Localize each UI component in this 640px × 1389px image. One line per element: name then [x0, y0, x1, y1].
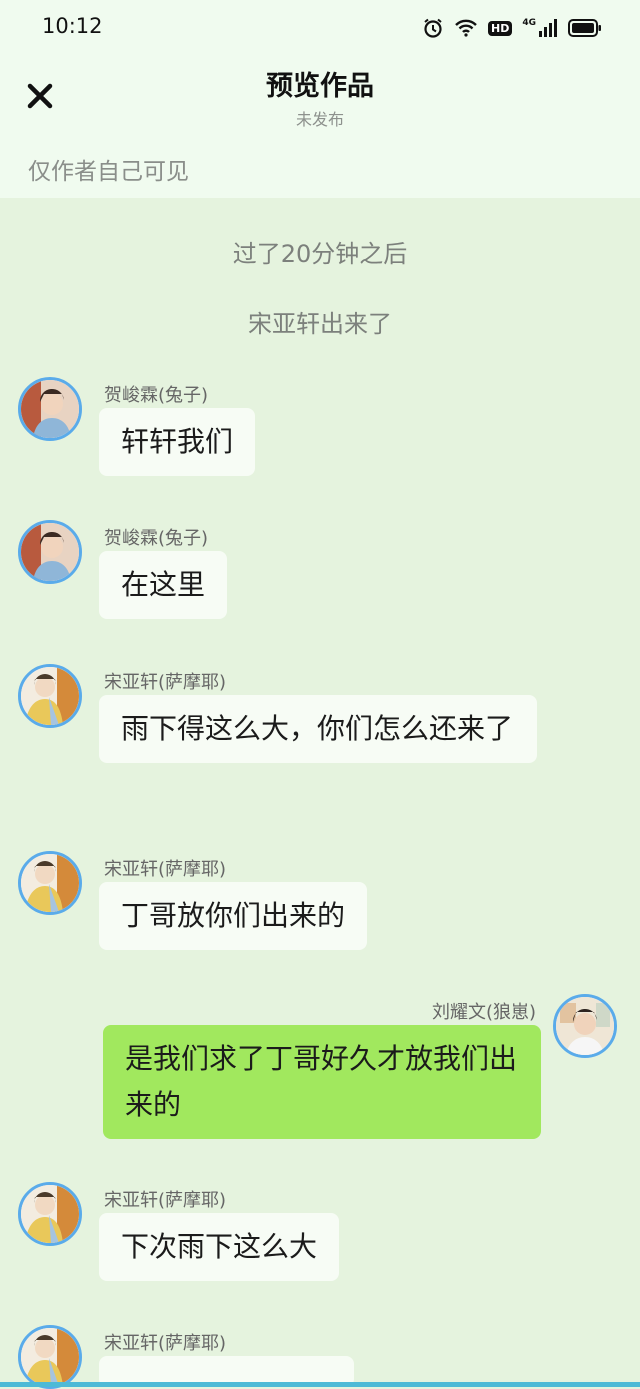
message-bubble[interactable]: 丁哥放你们出来的: [99, 882, 368, 950]
status-time: 10:12: [42, 14, 103, 38]
network-type-label: 4G: [522, 18, 536, 28]
cellular-signal-icon: 4G: [522, 18, 558, 38]
top-header-area: 10:12 HD 4G 预览作品 未发布 仅作者自己可见: [0, 0, 640, 198]
visibility-note: 仅作者自己可见: [28, 159, 189, 185]
avatar-liu-yaowen[interactable]: [553, 994, 617, 1058]
alarm-icon: [422, 17, 444, 39]
sender-name: 宋亚轩(萨摩耶): [104, 1190, 227, 1211]
avatar-song-yaxuan[interactable]: [18, 664, 82, 728]
avatar-song-yaxuan[interactable]: [18, 1182, 82, 1246]
message-bubble[interactable]: 在这里: [99, 551, 228, 619]
sender-name: 刘耀文(狼崽): [431, 1002, 536, 1023]
bottom-indicator: [0, 1382, 640, 1387]
hd-badge: HD: [488, 20, 513, 36]
narration-line: 宋亚轩出来了: [248, 310, 392, 338]
sender-name: 宋亚轩(萨摩耶): [104, 672, 227, 693]
avatar-song-yaxuan[interactable]: [18, 851, 82, 915]
narration-line: 过了20分钟之后: [232, 240, 408, 268]
status-icons: HD 4G: [422, 14, 602, 42]
sender-name: 宋亚轩(萨摩耶): [104, 1333, 227, 1354]
message-bubble[interactable]: 雨下得这么大，你们怎么还来了: [99, 695, 537, 763]
wifi-icon: [454, 18, 478, 38]
message-bubble[interactable]: 下次雨下这么大: [99, 1213, 340, 1281]
status-bar: 10:12 HD 4G: [0, 0, 640, 56]
sender-name: 贺峻霖(兔子): [104, 528, 209, 549]
page-title: 预览作品: [266, 71, 374, 102]
battery-icon: [568, 19, 602, 37]
message-bubble[interactable]: 是我们求了丁哥好久才放我们出来的: [103, 1025, 541, 1139]
publish-status: 未发布: [295, 110, 344, 129]
avatar-he-junlin[interactable]: [18, 377, 82, 441]
avatar-he-junlin[interactable]: [18, 520, 82, 584]
avatar-song-yaxuan[interactable]: [18, 1325, 82, 1389]
message-bubble[interactable]: 轩轩我们: [99, 408, 256, 476]
sender-name: 宋亚轩(萨摩耶): [104, 859, 227, 880]
sender-name: 贺峻霖(兔子): [104, 385, 209, 406]
